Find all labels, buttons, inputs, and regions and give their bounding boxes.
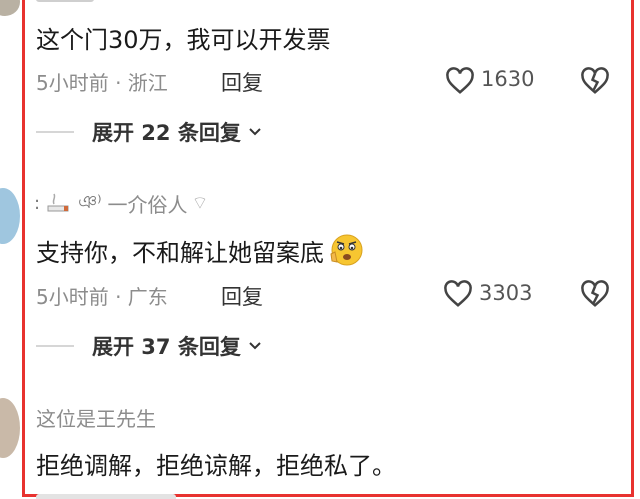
expand-replies-button[interactable]: 展开 37 条回复 (36, 331, 263, 361)
comment-text: 这个门30万，我可以开发票 (36, 26, 331, 54)
partial-meta-row (36, 490, 596, 499)
username: 一介俗人 (107, 193, 188, 217)
smoking-icon (47, 193, 69, 211)
comment-time-location: 5小时前 · 广东 (36, 285, 168, 309)
comment-text: 拒绝调解，拒绝谅解，拒绝私了。 (36, 452, 396, 480)
angry-face-emoji-icon (330, 234, 363, 266)
reply-button[interactable]: 回复 (221, 67, 263, 97)
like-count: 3303 (479, 281, 533, 305)
reply-button[interactable]: 回复 (221, 281, 263, 311)
expand-replies-label: 展开 22 条回复 (92, 121, 241, 145)
dislike-icon[interactable] (580, 280, 610, 308)
avatar[interactable] (0, 188, 20, 244)
username-decoration: ঞ⁾ (78, 192, 102, 213)
username-decoration: : (34, 193, 41, 214)
chevron-down-icon (249, 128, 261, 136)
comment-text: 支持你，不和解让她留案底 (36, 232, 364, 268)
like-count: 1630 (481, 67, 535, 91)
username-decoration: ⌔ (191, 193, 209, 214)
dislike-icon[interactable] (580, 67, 610, 95)
heart-icon[interactable] (445, 67, 475, 95)
expand-replies-label: 展开 37 条回复 (92, 335, 241, 359)
chevron-down-icon (249, 342, 261, 350)
avatar[interactable] (0, 398, 20, 458)
expand-divider (36, 345, 74, 347)
avatar[interactable] (0, 0, 20, 16)
username: 这位是王先生 (36, 407, 156, 431)
expand-replies-button[interactable]: 展开 22 条回复 (36, 117, 263, 147)
comment-text-body: 支持你，不和解让她留案底 (36, 238, 324, 267)
username-row: : ঞ⁾ 一介俗人 ⌔ (34, 188, 208, 219)
username-partial (36, 0, 96, 2)
comment-time-location: 5小时前 · 浙江 (36, 71, 168, 95)
expand-divider (36, 131, 74, 133)
heart-icon[interactable] (443, 280, 473, 308)
